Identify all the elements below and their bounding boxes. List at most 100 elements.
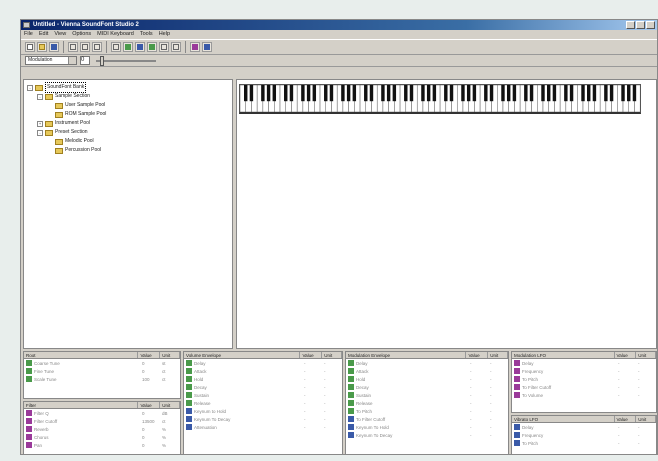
black-key[interactable] <box>249 85 254 102</box>
open-button[interactable] <box>37 42 47 52</box>
black-key[interactable] <box>449 85 454 102</box>
parameter-row[interactable]: Hold - - <box>346 375 508 383</box>
parameter-row[interactable]: Coarse Tune 0st <box>24 359 180 367</box>
instrument-button[interactable] <box>159 42 169 52</box>
black-key[interactable] <box>621 85 625 102</box>
parameter-row[interactable]: Release - - <box>184 399 342 407</box>
black-key[interactable] <box>409 85 414 102</box>
column-header[interactable]: Unit <box>488 352 508 358</box>
parameter-row[interactable]: Decay - - <box>346 383 508 391</box>
column-header[interactable]: Unit <box>322 352 342 358</box>
menu-edit[interactable]: Edit <box>39 30 48 39</box>
black-key[interactable] <box>501 85 505 102</box>
column-header[interactable]: Root <box>24 352 139 358</box>
black-key[interactable] <box>369 85 374 102</box>
sample-button[interactable] <box>147 42 157 52</box>
column-header[interactable]: Unit <box>160 402 180 408</box>
black-key[interactable] <box>244 85 248 102</box>
parameter-value[interactable]: 0 <box>142 411 162 416</box>
parameter-value[interactable]: 0 <box>142 361 162 366</box>
black-key[interactable] <box>569 85 574 102</box>
parameter-row[interactable]: Sustain - - <box>346 391 508 399</box>
minimize-button[interactable] <box>626 21 635 29</box>
parameter-value[interactable]: - <box>618 393 638 398</box>
controller-value-input[interactable]: 0 <box>80 56 90 65</box>
parameter-row[interactable]: Attenuation - - <box>184 423 342 431</box>
black-key[interactable] <box>341 85 345 102</box>
black-key[interactable] <box>581 85 585 102</box>
expander-icon[interactable]: - <box>37 93 43 100</box>
parameter-row[interactable]: Pan 0% <box>24 441 180 449</box>
parameter-value[interactable]: - <box>470 401 490 406</box>
parameter-row[interactable]: Delay - - <box>184 359 342 367</box>
parameter-value[interactable]: - <box>470 369 490 374</box>
parameter-value[interactable]: - <box>470 433 490 438</box>
controller-select[interactable]: Modulation <box>25 56 77 65</box>
black-key[interactable] <box>609 85 614 102</box>
black-key[interactable] <box>329 85 334 102</box>
tree-node[interactable]: Percussion Pool <box>27 146 229 155</box>
parameter-row[interactable]: To Pitch - - <box>512 375 656 383</box>
menu-file[interactable]: File <box>24 30 33 39</box>
parameter-row[interactable]: Sustain - - <box>184 391 342 399</box>
parameter-value[interactable]: - <box>470 425 490 430</box>
parameter-row[interactable]: Delay - - <box>512 359 656 367</box>
parameter-value[interactable]: - <box>618 361 638 366</box>
parameter-row[interactable]: Fine Tune 0 ct <box>24 367 180 375</box>
parameter-row[interactable]: Hold - - <box>184 375 342 383</box>
parameter-row[interactable]: Frequency - - <box>512 431 656 439</box>
black-key[interactable] <box>506 85 511 102</box>
black-key[interactable] <box>261 85 265 102</box>
parameter-value[interactable]: - <box>618 377 638 382</box>
column-header[interactable]: Unit <box>636 352 656 358</box>
black-key[interactable] <box>472 85 477 102</box>
column-header[interactable]: Filter <box>24 402 139 408</box>
expander-icon[interactable]: - <box>27 84 33 91</box>
black-key[interactable] <box>552 85 557 102</box>
black-key[interactable] <box>432 85 437 102</box>
keyboard-button[interactable] <box>135 42 145 52</box>
black-key[interactable] <box>381 85 385 102</box>
tree-node[interactable]: - Sample Section <box>27 92 229 101</box>
parameter-value[interactable]: - <box>470 393 490 398</box>
undo-button[interactable] <box>111 42 121 52</box>
parameter-row[interactable]: Attack - - <box>184 367 342 375</box>
piano-keyboard[interactable] <box>239 84 642 114</box>
tree-node[interactable]: User Sample Pool <box>27 101 229 110</box>
parameter-value[interactable]: - <box>618 369 638 374</box>
record-button[interactable] <box>123 42 133 52</box>
column-header[interactable]: Modulation LFO <box>512 352 615 358</box>
parameter-value[interactable]: - <box>304 377 324 382</box>
black-key[interactable] <box>324 85 328 102</box>
black-key[interactable] <box>444 85 448 102</box>
parameter-row[interactable]: Frequency - - <box>512 367 656 375</box>
black-key[interactable] <box>529 85 534 102</box>
parameter-row[interactable]: To Pitch - - <box>346 407 508 415</box>
tree-node[interactable]: + Instrument Pool <box>27 119 229 128</box>
parameter-row[interactable]: To Filter Cutoff - - <box>346 415 508 423</box>
parameter-row[interactable]: Attack - - <box>346 367 508 375</box>
close-button[interactable] <box>646 21 655 29</box>
menu-options[interactable]: Options <box>72 30 91 39</box>
parameter-value[interactable]: - <box>470 385 490 390</box>
parameter-row[interactable]: Keynum To Decay - - <box>346 431 508 439</box>
parameter-row[interactable]: Delay - - <box>512 423 656 431</box>
black-key[interactable] <box>524 85 528 102</box>
black-key[interactable] <box>484 85 488 102</box>
parameter-row[interactable]: Release - - <box>346 399 508 407</box>
column-header[interactable]: Value <box>466 352 489 358</box>
black-key[interactable] <box>386 85 391 102</box>
parameter-row[interactable]: Keynum To Hold - - <box>346 423 508 431</box>
black-key[interactable] <box>604 85 608 102</box>
column-header[interactable]: Value <box>138 402 161 408</box>
black-key[interactable] <box>301 85 305 102</box>
column-header[interactable]: Volume Envelope <box>184 352 301 358</box>
column-header[interactable]: Value <box>300 352 323 358</box>
parameter-row[interactable]: Scale Tune 100 ct <box>24 375 180 383</box>
column-header[interactable]: Unit <box>636 416 656 422</box>
parameter-row[interactable]: Reverb 0% <box>24 425 180 433</box>
parameter-value[interactable]: 0 <box>142 369 162 374</box>
column-header[interactable]: Value <box>138 352 161 358</box>
black-key[interactable] <box>421 85 425 102</box>
parameter-row[interactable]: Delay - - <box>346 359 508 367</box>
